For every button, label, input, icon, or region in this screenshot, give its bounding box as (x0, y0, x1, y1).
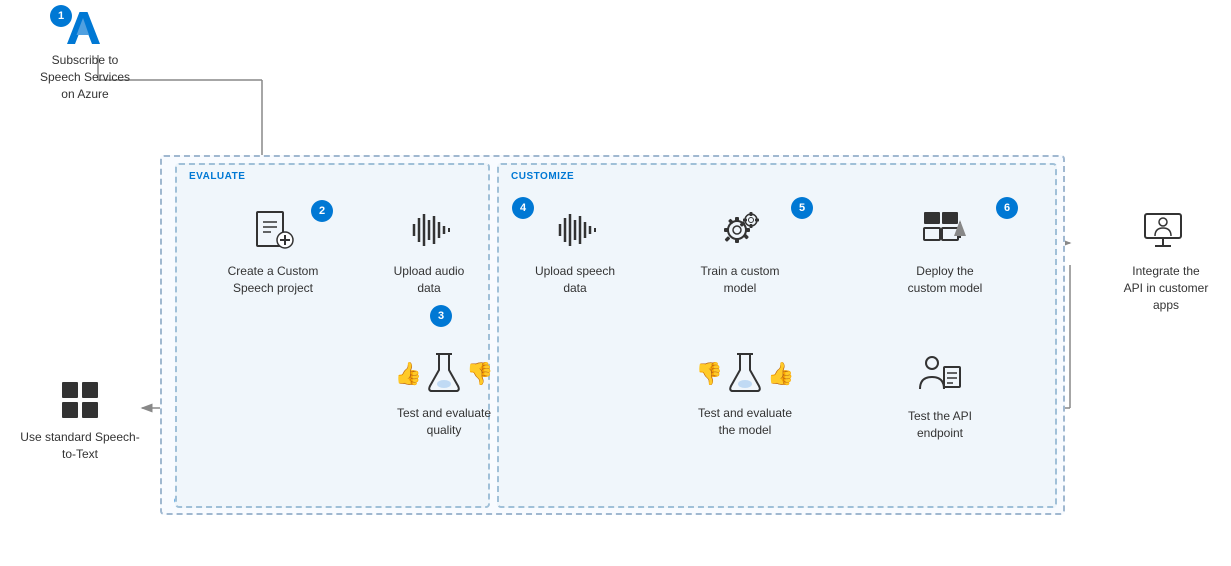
badge-4: 4 (512, 197, 534, 219)
train-model-icon (715, 205, 765, 255)
standard-stt-icon (60, 380, 100, 423)
upload-speech-icon (550, 205, 600, 255)
step2-label: Create a CustomSpeech project (228, 263, 319, 297)
thumbs-up-icon: 👍 (395, 361, 422, 387)
create-project-icon (248, 205, 298, 255)
badge-6: 6 (996, 197, 1018, 219)
standard-stt-node: Use standard Speech-to-Text (20, 380, 140, 463)
diagram-container: Subscribe toSpeech Serviceson Azure 1 CU… (0, 0, 1231, 566)
thumbs-down-icon: 👎 (466, 361, 493, 387)
deploy-model-icon (920, 205, 970, 255)
upload-audio-icon (404, 205, 454, 255)
badge-1: 1 (50, 5, 72, 27)
azure-start-node: Subscribe toSpeech Serviceson Azure 1 (20, 10, 150, 102)
flask-icon-2 (727, 350, 763, 397)
customize-label: CUSTOMIZE (511, 171, 574, 182)
step6b-label: Test the APIendpoint (908, 408, 972, 442)
final-step-node: Integrate theAPI in customerapps (1111, 205, 1221, 313)
thumbs-down-icon-2: 👎 (696, 361, 723, 387)
step5b-node: 👎 👍 Test and evaluatethe model (670, 350, 820, 439)
step5-node: Train a custommodel 5 (685, 205, 795, 297)
final-step-label: Integrate theAPI in customerapps (1124, 263, 1209, 313)
integrate-api-icon (1141, 205, 1191, 255)
step4-label: Upload speechdata (535, 263, 615, 297)
test-api-icon (915, 350, 965, 400)
step5b-label: Test and evaluatethe model (698, 405, 792, 439)
step3-label: Upload audiodata (394, 263, 465, 297)
step6-label: Deploy thecustom model (908, 263, 983, 297)
step3b-node: 👍 👎 Test and evaluatequality (374, 350, 514, 439)
step5-label: Train a custommodel (701, 263, 780, 297)
step3-audio-node: Upload audiodata (374, 205, 484, 297)
badge-2: 2 (311, 200, 333, 222)
badge-3: 3 (430, 305, 452, 327)
step6-node: Deploy thecustom model 6 (890, 205, 1000, 297)
step1-label: Subscribe toSpeech Serviceson Azure (40, 52, 130, 102)
step3b-label: Test and evaluatequality (397, 405, 491, 439)
standard-stt-label: Use standard Speech-to-Text (20, 429, 140, 463)
step6b-node: Test the APIendpoint (880, 350, 1000, 442)
evaluate-label: EVALUATE (189, 171, 245, 182)
step4-node: Upload speechdata 4 (520, 205, 630, 297)
badge-5: 5 (791, 197, 813, 219)
thumbs-up-icon-2: 👍 (767, 361, 794, 387)
flask-icon (426, 350, 462, 397)
step2-node: Create a CustomSpeech project 2 (218, 205, 328, 297)
